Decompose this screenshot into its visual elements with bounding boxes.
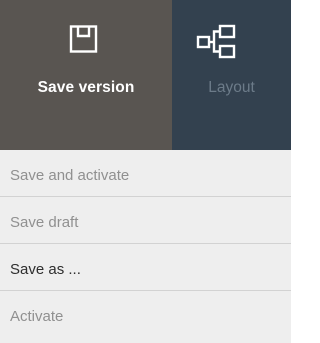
toolbar: Save version Layout [0,0,291,150]
menu-item-save-as[interactable]: Save as ... [0,251,291,288]
layout-tree-icon [196,24,236,59]
save-dropdown-menu: Save and activate Save draft Save as ...… [0,150,291,343]
save-version-button[interactable]: Save version [0,0,172,150]
layout-label: Layout [208,79,255,96]
menu-divider [0,290,291,291]
floppy-save-icon [69,25,98,53]
menu-item-save-and-activate[interactable]: Save and activate [0,157,291,194]
save-version-panel: Save version Layout Save and activate Sa… [0,0,291,343]
menu-item-save-draft[interactable]: Save draft [0,204,291,241]
menu-item-activate[interactable]: Activate [0,298,291,335]
save-version-label: Save version [37,79,135,96]
menu-divider [0,196,291,197]
layout-button[interactable]: Layout [172,0,291,150]
menu-divider [0,243,291,244]
